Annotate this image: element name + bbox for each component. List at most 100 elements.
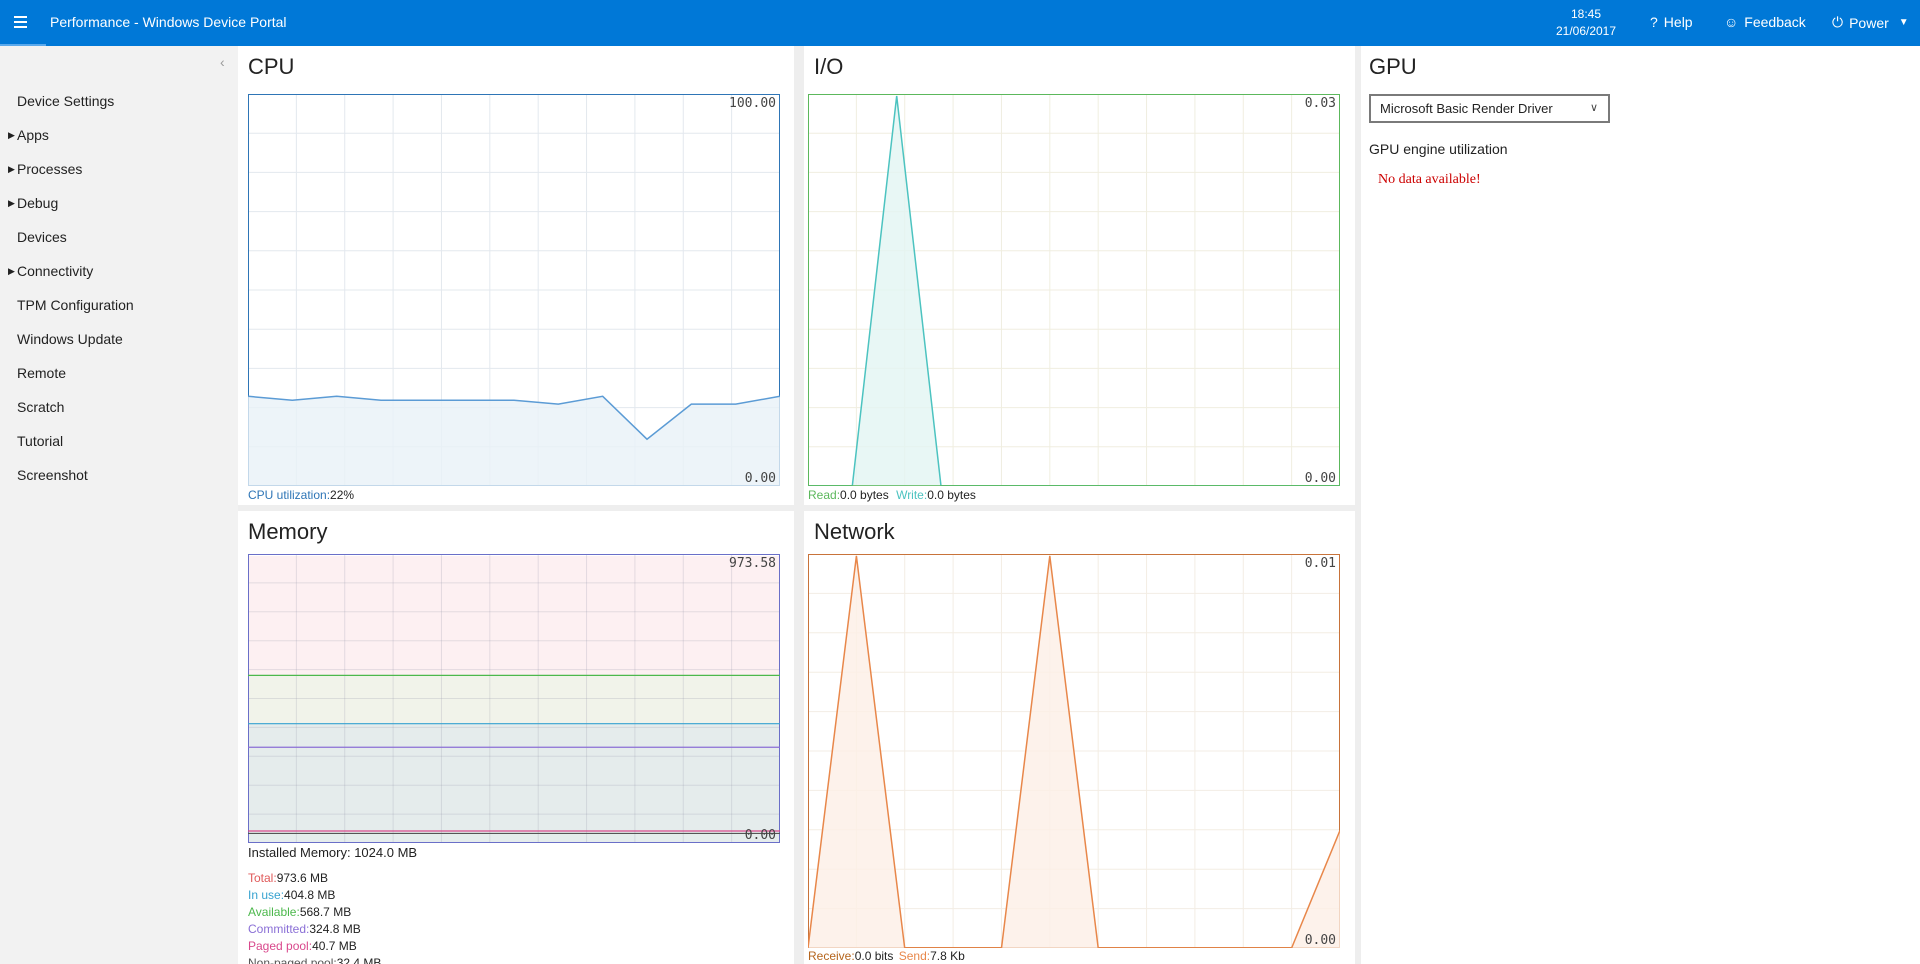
sidebar-item-windows-update[interactable]: Windows Update (0, 322, 238, 356)
cpu-chart-svg (248, 94, 780, 486)
network-title: Network (814, 519, 895, 544)
io-legend: Read:0.0 bytes Write:0.0 bytes (808, 488, 976, 502)
memory-stat-row: Committed:324.8 MB (248, 921, 381, 938)
help-label: Help (1663, 14, 1693, 30)
clock: 18:45 21/06/2017 (1548, 6, 1624, 40)
power-icon: ⏻ (1832, 14, 1844, 30)
network-max-label: 0.01 (1304, 556, 1336, 571)
clock-time: 18:45 (1570, 7, 1602, 21)
help-button[interactable]: ? Help (1650, 14, 1693, 30)
sidebar-item-label: Scratch (17, 399, 65, 415)
cpu-legend: CPU utilization:22% (248, 488, 354, 502)
sidebar-item-processes[interactable]: ▶ Processes (0, 152, 238, 186)
sidebar-item-label: Device Settings (17, 93, 115, 109)
memory-stat-value: 32.4 MB (336, 956, 382, 964)
memory-stats: Total:973.6 MB In use:404.8 MB Available:5… (248, 870, 381, 964)
memory-title: Memory (248, 519, 328, 544)
network-min-label: 0.00 (1304, 933, 1336, 948)
sidebar-item-scratch[interactable]: Scratch (0, 390, 238, 424)
memory-stat-row: Paged pool:40.7 MB (248, 938, 381, 955)
installed-memory: Installed Memory: 1024.0 MB (248, 845, 418, 860)
memory-chart: 973.58 0.00 (248, 554, 780, 843)
memory-stat-value: 404.8 MB (284, 888, 336, 902)
sidebar-item-debug[interactable]: ▶ Debug (0, 186, 238, 220)
sidebar-item-label: Remote (17, 365, 67, 381)
sidebar-item-label: Processes (17, 161, 83, 177)
sidebar-item-apps[interactable]: ▶ Apps (0, 118, 238, 152)
memory-max-label: 973.58 (729, 556, 776, 571)
sidebar-item-remote[interactable]: Remote (0, 356, 238, 390)
network-receive-label: Receive: (808, 949, 855, 963)
memory-chart-svg (248, 554, 780, 843)
expand-arrow-icon: ▶ (8, 164, 15, 174)
sidebar-item-tpm-configuration[interactable]: TPM Configuration (0, 288, 238, 322)
memory-stat-value: 40.7 MB (312, 939, 357, 953)
memory-stat-value: 973.6 MB (276, 871, 329, 885)
sidebar-item-label: Screenshot (17, 467, 88, 483)
io-max-label: 0.03 (1304, 96, 1336, 111)
memory-stat-row: Non-paged pool:32.4 MB (248, 955, 381, 964)
cpu-min-label: 0.00 (744, 471, 776, 486)
sidebar-item-connectivity[interactable]: ▶ Connectivity (0, 254, 238, 288)
io-read-label: Read: (808, 488, 841, 502)
sidebar-item-label: Debug (17, 195, 59, 211)
memory-stat-row: Available:568.7 MB (248, 904, 381, 921)
memory-band-total (248, 555, 780, 676)
top-bar: Performance - Windows Device Portal 18:4… (0, 0, 1920, 46)
clock-date: 21/06/2017 (1555, 24, 1617, 38)
io-title: I/O (814, 54, 844, 79)
network-chart: 0.01 0.00 (808, 554, 1340, 948)
io-write-label: Write: (896, 488, 928, 502)
sidebar-nav: Device Settings ▶ Apps ▶ Processes ▶ Debug Devi… (0, 84, 238, 492)
feedback-label: Feedback (1744, 14, 1806, 30)
memory-stat-row: Total:973.6 MB (248, 870, 381, 887)
network-send-value: 7.8 Kb (930, 949, 965, 963)
chevron-down-icon: ∨ (1589, 102, 1598, 114)
memory-stat-row: In use:404.8 MB (248, 887, 381, 904)
memory-stat-label: In use: (248, 888, 285, 902)
cpu-util-label: CPU utilization: (248, 488, 331, 502)
io-write-area (808, 96, 1340, 486)
memory-min-label: 0.00 (744, 828, 776, 843)
gpu-driver-selected: Microsoft Basic Render Driver (1380, 101, 1553, 116)
smiley-icon: ☺ (1724, 14, 1739, 30)
gpu-title: GPU (1369, 54, 1417, 79)
sidebar-item-label: Windows Update (17, 331, 123, 347)
cpu-util-value: 22% (330, 488, 355, 502)
io-read-value: 0.0 bytes (840, 488, 889, 502)
memory-band-inuse (248, 723, 780, 843)
sidebar-item-label: Connectivity (17, 263, 94, 279)
sidebar-item-tutorial[interactable]: Tutorial (0, 424, 238, 458)
expand-arrow-icon: ▶ (8, 130, 15, 140)
cpu-chart: 100.00 0.00 (248, 94, 780, 486)
feedback-button[interactable]: ☺ Feedback (1724, 14, 1806, 30)
gpu-no-data: No data available! (1378, 172, 1481, 187)
sidebar-item-label: Devices (17, 229, 67, 245)
memory-stat-label: Available: (248, 905, 300, 919)
sidebar: ‹ Device Settings ▶ Apps ▶ Processes ▶ Debug De… (0, 46, 238, 964)
sidebar-item-label: TPM Configuration (17, 297, 134, 313)
io-write-value: 0.0 bytes (927, 488, 976, 502)
sidebar-item-device-settings[interactable]: Device Settings (0, 84, 238, 118)
expand-arrow-icon: ▶ (8, 198, 15, 208)
sidebar-item-screenshot[interactable]: Screenshot (0, 458, 238, 492)
memory-stat-label: Paged pool: (248, 939, 313, 953)
gpu-driver-select[interactable]: Microsoft Basic Render Driver ∨ (1369, 94, 1610, 123)
cpu-area (248, 396, 780, 486)
memory-band-available (248, 675, 780, 724)
sidebar-item-devices[interactable]: Devices (0, 220, 238, 254)
app-title: Performance - Windows Device Portal (50, 14, 287, 30)
memory-stat-label: Non-paged pool: (248, 956, 337, 964)
network-legend: Receive:0.0 bits Send:7.8 Kb (808, 949, 965, 963)
cpu-max-label: 100.00 (729, 96, 776, 111)
cpu-title: CPU (248, 54, 295, 79)
collapse-sidebar-icon[interactable]: ‹ (220, 54, 225, 70)
memory-stat-label: Committed: (248, 922, 310, 936)
hamburger-menu-icon[interactable] (14, 16, 28, 30)
power-button[interactable]: ⏻ Power ▼ (1832, 14, 1909, 31)
memory-stat-value: 568.7 MB (299, 905, 352, 919)
network-send-label: Send: (898, 949, 931, 963)
power-label: Power (1849, 14, 1889, 31)
help-icon: ? (1650, 14, 1658, 30)
io-min-label: 0.00 (1304, 471, 1336, 486)
